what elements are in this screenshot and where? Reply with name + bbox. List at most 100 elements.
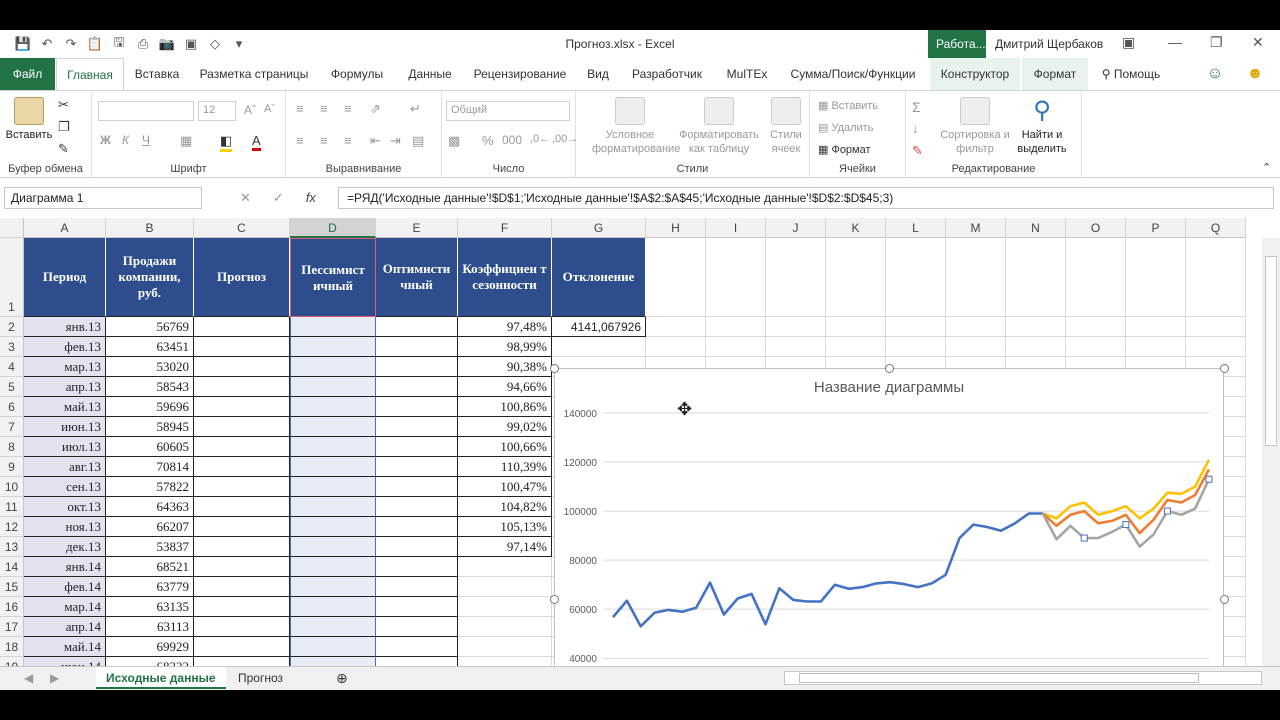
pessimistic-cell[interactable] xyxy=(290,657,376,666)
deviation-cell[interactable]: 4141,067926 xyxy=(552,317,646,337)
sales-cell[interactable]: 66207 xyxy=(106,517,194,537)
optimistic-cell[interactable] xyxy=(376,617,458,637)
forecast-cell[interactable] xyxy=(194,337,290,357)
tab-formulas[interactable]: Формулы xyxy=(320,58,394,90)
period-cell[interactable]: июн.13 xyxy=(24,417,106,437)
sales-cell[interactable]: 57822 xyxy=(106,477,194,497)
conditional-format-button[interactable]: Условное форматирование xyxy=(592,97,680,156)
forecast-cell[interactable] xyxy=(194,637,290,657)
name-box[interactable]: Диаграмма 1 xyxy=(4,187,202,209)
series-selection-marker[interactable] xyxy=(1205,475,1213,483)
clear-icon[interactable]: ✎ xyxy=(912,143,923,159)
orientation-icon[interactable]: ⇗ xyxy=(370,101,381,117)
pessimistic-cell[interactable] xyxy=(290,417,376,437)
series-selection-marker[interactable] xyxy=(1163,507,1171,515)
sales-cell[interactable]: 68521 xyxy=(106,557,194,577)
column-header[interactable]: J xyxy=(766,218,826,238)
optimistic-cell[interactable] xyxy=(376,417,458,437)
restore-icon[interactable]: ❐ xyxy=(1210,34,1223,51)
optimistic-cell[interactable] xyxy=(376,657,458,666)
pessimistic-cell[interactable] xyxy=(290,577,376,597)
sales-cell[interactable]: 63135 xyxy=(106,597,194,617)
optimistic-cell[interactable] xyxy=(376,377,458,397)
forecast-cell[interactable] xyxy=(194,457,290,477)
tab-review[interactable]: Рецензирование xyxy=(468,58,572,90)
cell[interactable] xyxy=(826,337,886,357)
indent-increase-icon[interactable]: ⇥ xyxy=(390,133,401,149)
horizontal-scrollbar[interactable] xyxy=(784,671,1262,685)
seasonality-cell[interactable]: 98,99% xyxy=(458,337,552,357)
sales-cell[interactable]: 58945 xyxy=(106,417,194,437)
pessimistic-cell[interactable] xyxy=(290,597,376,617)
tab-page-layout[interactable]: Разметка страницы xyxy=(196,58,312,90)
header-cell[interactable]: Оптимисти чный xyxy=(376,238,458,317)
seasonality-cell[interactable]: 100,47% xyxy=(458,477,552,497)
pessimistic-cell[interactable] xyxy=(290,437,376,457)
collapse-ribbon-icon[interactable]: ⌃ xyxy=(1262,161,1271,174)
tab-format[interactable]: Формат xyxy=(1022,58,1088,90)
horizontal-scroll-thumb[interactable] xyxy=(799,673,1199,683)
cut-icon[interactable]: ✂ xyxy=(58,97,69,113)
column-header[interactable]: O xyxy=(1066,218,1126,238)
sales-cell[interactable]: 69929 xyxy=(106,637,194,657)
column-header[interactable]: H xyxy=(646,218,706,238)
optimistic-cell[interactable] xyxy=(376,477,458,497)
optimistic-cell[interactable] xyxy=(376,437,458,457)
chart-resize-handle[interactable] xyxy=(550,364,559,373)
pessimistic-cell[interactable] xyxy=(290,517,376,537)
column-header[interactable]: Q xyxy=(1186,218,1246,238)
sales-cell[interactable]: 53837 xyxy=(106,537,194,557)
worksheet-grid[interactable]: A B C D E F G H I J K L M N O P Q 1 Период Продажи компании… xyxy=(0,218,1280,666)
enter-icon[interactable]: ✓ xyxy=(273,190,284,206)
cell[interactable] xyxy=(1006,317,1066,337)
shrink-font-icon[interactable]: Aˇ xyxy=(264,103,275,115)
format-as-table-button[interactable]: Форматировать как таблицу xyxy=(678,97,760,156)
cell[interactable] xyxy=(766,238,826,317)
sales-cell[interactable]: 63113 xyxy=(106,617,194,637)
forecast-cell[interactable] xyxy=(194,477,290,497)
row-header[interactable]: 6 xyxy=(0,397,24,417)
period-cell[interactable]: июн.14 xyxy=(24,657,106,666)
row-header[interactable]: 1 xyxy=(0,238,24,317)
header-cell[interactable]: Отклонение xyxy=(552,238,646,317)
column-header[interactable]: G xyxy=(552,218,646,238)
percent-icon[interactable]: % xyxy=(482,133,494,148)
period-cell[interactable]: мар.14 xyxy=(24,597,106,617)
currency-icon[interactable]: ▩ xyxy=(448,133,460,149)
user-name[interactable]: Дмитрий Щербаков xyxy=(995,37,1103,51)
sort-filter-button[interactable]: Сортировка и фильтр xyxy=(940,97,1010,156)
row-header[interactable]: 3 xyxy=(0,337,24,357)
seasonality-cell[interactable] xyxy=(458,557,552,577)
sales-cell[interactable]: 68322 xyxy=(106,657,194,666)
period-cell[interactable]: ноя.13 xyxy=(24,517,106,537)
thousands-icon[interactable]: 000 xyxy=(502,133,522,147)
deviation-cell[interactable] xyxy=(552,337,646,357)
period-cell[interactable]: янв.14 xyxy=(24,557,106,577)
cell[interactable] xyxy=(946,317,1006,337)
paste-button[interactable]: Вставить xyxy=(4,97,54,142)
find-select-button[interactable]: ⚲ Найти и выделить xyxy=(1012,97,1072,156)
minimize-icon[interactable]: — xyxy=(1168,34,1182,50)
pessimistic-cell[interactable] xyxy=(290,477,376,497)
column-header[interactable]: D xyxy=(290,218,376,238)
align-middle-icon[interactable]: ≡ xyxy=(320,101,328,116)
row-header[interactable]: 10 xyxy=(0,477,24,497)
decrease-decimal-icon[interactable]: ,00→ xyxy=(552,133,578,145)
autosum-icon[interactable]: Σ xyxy=(912,99,921,115)
cell[interactable] xyxy=(1006,238,1066,317)
tab-view[interactable]: Вид xyxy=(582,58,614,90)
column-header[interactable]: N xyxy=(1006,218,1066,238)
series-selection-marker[interactable] xyxy=(1122,521,1130,529)
cell[interactable] xyxy=(886,317,946,337)
forecast-cell[interactable] xyxy=(194,537,290,557)
chart-resize-handle[interactable] xyxy=(550,595,559,604)
column-header[interactable]: L xyxy=(886,218,946,238)
period-cell[interactable]: май.14 xyxy=(24,637,106,657)
tell-me[interactable]: ⚲ Помощь xyxy=(1096,58,1166,90)
indent-decrease-icon[interactable]: ⇤ xyxy=(370,133,381,149)
cell[interactable] xyxy=(1186,337,1246,357)
cell[interactable] xyxy=(1066,337,1126,357)
seasonality-cell[interactable]: 90,38% xyxy=(458,357,552,377)
line-chart[interactable]: Название диаграммы 140000 120000 100000 8000… xyxy=(550,364,1229,666)
forecast-cell[interactable] xyxy=(194,557,290,577)
